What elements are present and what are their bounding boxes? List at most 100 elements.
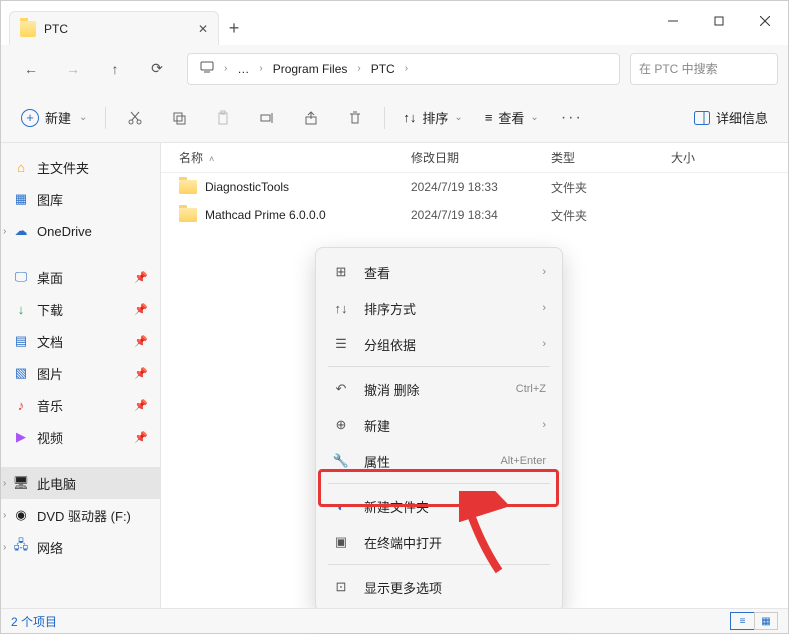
- chevron-right-icon[interactable]: ›: [3, 478, 6, 489]
- ctx-new-folder[interactable]: ◐ 新建文件夹: [322, 488, 556, 524]
- ctx-sort[interactable]: ↑↓ 排序方式 ›: [322, 290, 556, 326]
- sort-button[interactable]: ↑↓ 排序 ⌄: [393, 102, 472, 134]
- sidebar-item-music[interactable]: ♪ 音乐 📌: [1, 389, 160, 421]
- sidebar-label: 文档: [37, 332, 63, 351]
- breadcrumb-seg-programfiles[interactable]: Program Files: [267, 60, 354, 78]
- chevron-right-icon: ›: [357, 63, 360, 74]
- new-tab-button[interactable]: +: [219, 18, 249, 39]
- sidebar-item-network[interactable]: › 🖧 网络: [1, 531, 160, 563]
- desktop-icon: 🖵: [13, 269, 29, 285]
- ctx-new[interactable]: ⊕ 新建 ›: [322, 407, 556, 443]
- column-headers: 名称˄ 修改日期 类型 大小: [161, 143, 788, 173]
- column-size[interactable]: 大小: [671, 149, 788, 166]
- file-type: 文件夹: [551, 207, 671, 224]
- ctx-view[interactable]: ⊞ 查看 ›: [322, 254, 556, 290]
- breadcrumb-seg-ptc[interactable]: PTC: [365, 60, 401, 78]
- delete-button[interactable]: [334, 102, 376, 134]
- pin-icon: 📌: [134, 399, 148, 412]
- up-button[interactable]: ↑: [95, 52, 135, 86]
- file-date: 2024/7/19 18:34: [411, 208, 551, 222]
- details-view-button[interactable]: ≡: [730, 612, 754, 630]
- icons-view-button[interactable]: ▦: [754, 612, 778, 630]
- minimize-button[interactable]: [650, 5, 696, 37]
- sidebar-label: DVD 驱动器 (F:): [37, 506, 131, 525]
- titlebar: PTC ✕ +: [1, 1, 788, 45]
- refresh-button[interactable]: ⟳: [137, 52, 177, 86]
- ctx-open-terminal[interactable]: ▣ 在终端中打开: [322, 524, 556, 560]
- sidebar-label: 网络: [37, 538, 63, 557]
- chevron-right-icon: ›: [224, 63, 227, 74]
- sidebar-label: 桌面: [37, 268, 63, 287]
- share-button[interactable]: [290, 102, 332, 134]
- sort-icon: ↑↓: [332, 299, 350, 317]
- rename-button[interactable]: [246, 102, 288, 134]
- sidebar-item-downloads[interactable]: ↓ 下载 📌: [1, 293, 160, 325]
- breadcrumb[interactable]: › … › Program Files › PTC ›: [187, 53, 620, 85]
- sidebar-label: 图片: [37, 364, 63, 383]
- column-date[interactable]: 修改日期: [411, 149, 551, 166]
- close-window-button[interactable]: [742, 5, 788, 37]
- pictures-icon: ▧: [13, 365, 29, 381]
- sidebar-item-documents[interactable]: ▤ 文档 📌: [1, 325, 160, 357]
- copy-button[interactable]: [158, 102, 200, 134]
- separator: [384, 107, 385, 129]
- ctx-undo[interactable]: ↶ 撤消 删除 Ctrl+Z: [322, 371, 556, 407]
- chevron-right-icon[interactable]: ›: [3, 510, 6, 521]
- sidebar-item-dvd[interactable]: › ◉ DVD 驱动器 (F:): [1, 499, 160, 531]
- network-icon: 🖧: [13, 539, 29, 555]
- plus-circle-icon: ⊕: [332, 416, 350, 434]
- chevron-right-icon[interactable]: ›: [3, 542, 6, 553]
- file-row[interactable]: Mathcad Prime 6.0.0.0 2024/7/19 18:34 文件…: [161, 201, 788, 229]
- new-folder-icon: ◐: [332, 497, 350, 515]
- chevron-right-icon: ›: [259, 63, 262, 74]
- new-button[interactable]: + 新建 ⌄: [11, 102, 97, 134]
- file-date: 2024/7/19 18:33: [411, 180, 551, 194]
- sidebar-label: 下载: [37, 300, 63, 319]
- video-icon: ▶: [13, 429, 29, 445]
- ctx-show-more[interactable]: ⊡ 显示更多选项: [322, 569, 556, 605]
- more-button[interactable]: ···: [551, 109, 593, 127]
- sidebar-item-home[interactable]: ⌂ 主文件夹: [1, 151, 160, 183]
- group-icon: ☰: [332, 335, 350, 353]
- search-placeholder: 在 PTC 中搜索: [639, 60, 718, 77]
- more-icon: ⊡: [332, 578, 350, 596]
- sidebar-item-onedrive[interactable]: › ☁ OneDrive: [1, 215, 160, 247]
- details-pane-button[interactable]: 详细信息: [684, 102, 778, 134]
- item-count: 2 个项目: [11, 613, 57, 630]
- cut-button[interactable]: [114, 102, 156, 134]
- close-tab-icon[interactable]: ✕: [198, 22, 208, 36]
- details-label: 详细信息: [716, 108, 768, 127]
- pin-icon: 📌: [134, 367, 148, 380]
- pc-icon: 🖥: [13, 475, 29, 491]
- sidebar-item-pictures[interactable]: ▧ 图片 📌: [1, 357, 160, 389]
- column-name[interactable]: 名称˄: [161, 149, 411, 166]
- chevron-down-icon: ⌄: [454, 112, 462, 123]
- forward-button[interactable]: →: [53, 52, 93, 86]
- breadcrumb-ellipsis[interactable]: …: [231, 60, 255, 78]
- column-type[interactable]: 类型: [551, 149, 671, 166]
- disc-icon: ◉: [13, 507, 29, 523]
- sidebar: ⌂ 主文件夹 ▦ 图库 › ☁ OneDrive 🖵 桌面 📌 ↓ 下载 📌 ▤…: [1, 143, 161, 608]
- chevron-right-icon[interactable]: ›: [3, 226, 6, 237]
- search-input[interactable]: 在 PTC 中搜索: [630, 53, 778, 85]
- folder-icon: [20, 21, 36, 37]
- ctx-properties[interactable]: 🔧 属性 Alt+Enter: [322, 443, 556, 479]
- paste-button[interactable]: [202, 102, 244, 134]
- wrench-icon: 🔧: [332, 452, 350, 470]
- separator: [105, 107, 106, 129]
- sidebar-item-gallery[interactable]: ▦ 图库: [1, 183, 160, 215]
- chevron-right-icon: ›: [542, 338, 546, 350]
- back-button[interactable]: ←: [11, 52, 51, 86]
- sidebar-item-videos[interactable]: ▶ 视频 📌: [1, 421, 160, 453]
- file-row[interactable]: DiagnosticTools 2024/7/19 18:33 文件夹: [161, 173, 788, 201]
- view-icon: ≡: [485, 110, 493, 125]
- sidebar-item-desktop[interactable]: 🖵 桌面 📌: [1, 261, 160, 293]
- window-tab[interactable]: PTC ✕: [9, 11, 219, 45]
- file-name: DiagnosticTools: [205, 180, 289, 194]
- ctx-group[interactable]: ☰ 分组依据 ›: [322, 326, 556, 362]
- view-button[interactable]: ≡ 查看 ⌄: [475, 102, 549, 134]
- sidebar-item-thispc[interactable]: › 🖥 此电脑: [1, 467, 160, 499]
- chevron-right-icon: ›: [405, 63, 408, 74]
- maximize-button[interactable]: [696, 5, 742, 37]
- pc-icon[interactable]: [194, 58, 220, 79]
